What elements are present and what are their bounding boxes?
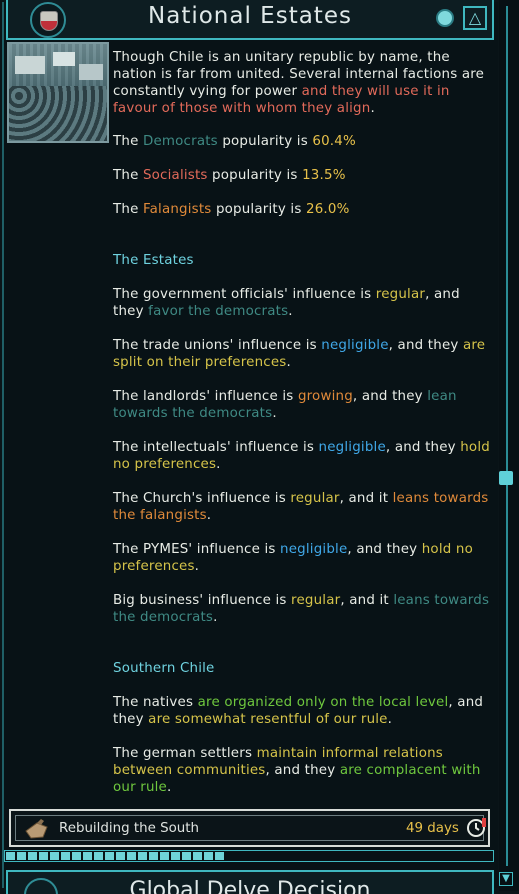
page-title: National Estates bbox=[148, 3, 352, 29]
estate-pymes: The PYMES' influence is negligible, and … bbox=[113, 542, 473, 574]
intro-text: Though Chile is an unitary republic by n… bbox=[113, 50, 485, 116]
progress-segment bbox=[17, 852, 26, 860]
natives-status: The natives are organized only on the lo… bbox=[113, 695, 484, 727]
progress-segment bbox=[50, 852, 59, 860]
hand-tool-icon bbox=[25, 819, 48, 839]
next-panel-header[interactable]: Global Delve Decision bbox=[6, 870, 494, 894]
mission-label: Rebuilding the South bbox=[59, 821, 199, 836]
progress-segment bbox=[72, 852, 81, 860]
popularity-democrats: The Democrats popularity is 60.4% bbox=[113, 134, 356, 149]
german-settlers-status: The german settlers maintain informal re… bbox=[113, 746, 481, 795]
progress-segment bbox=[149, 852, 158, 860]
clock-icon bbox=[467, 818, 486, 837]
progress-segment bbox=[105, 852, 114, 860]
progress-segment bbox=[215, 852, 224, 860]
panel-header: National Estates △ bbox=[6, 0, 494, 40]
estate-church: The Church's influence is regular, and i… bbox=[113, 491, 489, 523]
progress-segment bbox=[61, 852, 70, 860]
progress-segment bbox=[83, 852, 92, 860]
estates-section-title: The Estates bbox=[113, 253, 194, 268]
progress-segment bbox=[6, 852, 15, 860]
next-panel-title: Global Delve Decision bbox=[129, 878, 371, 894]
mission-progress-bar bbox=[4, 850, 494, 862]
scroll-thumb[interactable] bbox=[499, 471, 513, 485]
progress-segment bbox=[182, 852, 191, 860]
scroll-down-arrow-icon[interactable]: ▼ bbox=[499, 872, 513, 886]
mission-days-remaining: 49 days bbox=[406, 821, 459, 836]
estate-landlords: The landlords' influence is growing, and… bbox=[113, 389, 457, 421]
scrollbar[interactable]: ▼ bbox=[499, 0, 519, 891]
progress-segment bbox=[39, 852, 48, 860]
triangle-icon[interactable]: △ bbox=[463, 6, 487, 30]
progress-segment bbox=[94, 852, 103, 860]
southern-chile-title: Southern Chile bbox=[113, 661, 215, 676]
scroll-track[interactable] bbox=[506, 6, 508, 866]
progress-segment bbox=[204, 852, 213, 860]
estate-intellectuals: The intellectuals' influence is negligib… bbox=[113, 440, 490, 472]
progress-segment bbox=[127, 852, 136, 860]
estate-big-business: Big business' influence is regular, and … bbox=[113, 593, 490, 625]
estate-government-officials: The government officials' influence is r… bbox=[113, 287, 460, 319]
progress-segment bbox=[116, 852, 125, 860]
progress-segment bbox=[160, 852, 169, 860]
estate-trade-unions: The trade unions' influence is negligibl… bbox=[113, 338, 486, 370]
mission-bar[interactable]: Rebuilding the South 49 days bbox=[9, 809, 490, 847]
progress-segment bbox=[138, 852, 147, 860]
circle-toggle-icon[interactable] bbox=[436, 9, 454, 27]
progress-segment bbox=[28, 852, 37, 860]
protest-crowd-image bbox=[7, 42, 109, 143]
popularity-socialists: The Socialists popularity is 13.5% bbox=[113, 168, 346, 183]
progress-segment bbox=[193, 852, 202, 860]
progress-segment bbox=[171, 852, 180, 860]
popularity-falangists: The Falangists popularity is 26.0% bbox=[113, 202, 350, 217]
